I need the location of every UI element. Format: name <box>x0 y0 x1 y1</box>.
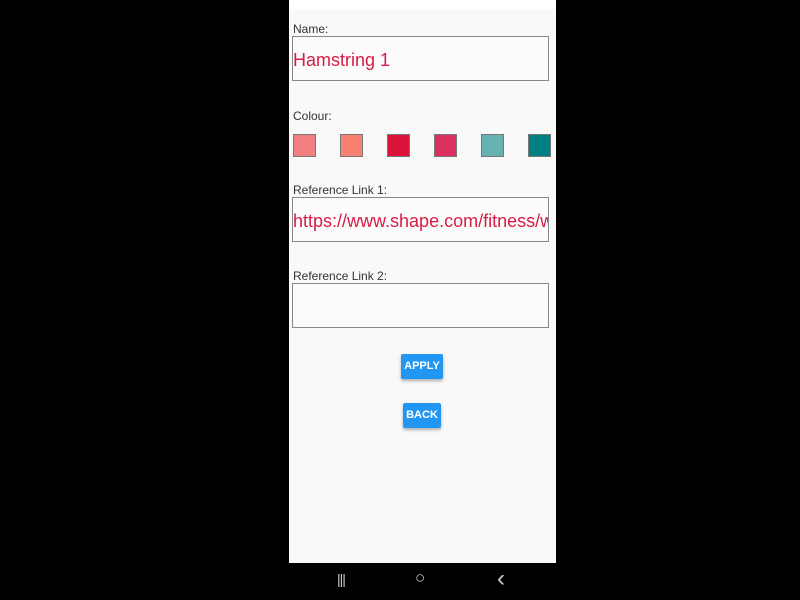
name-input[interactable]: Hamstring 1 <box>292 36 549 81</box>
colour-swatch-4[interactable] <box>434 134 457 157</box>
status-strip <box>289 0 556 9</box>
colour-swatch-5[interactable] <box>481 134 504 157</box>
navigation-bar: ||| ○ ‹ <box>289 563 556 600</box>
apply-button[interactable]: APPLY <box>401 354 443 379</box>
colour-swatch-1[interactable] <box>293 134 316 157</box>
colour-label: Colour: <box>293 109 332 123</box>
ref1-label: Reference Link 1: <box>293 183 388 197</box>
recents-icon[interactable]: ||| <box>337 571 346 587</box>
ref2-label: Reference Link 2: <box>293 269 388 283</box>
back-icon[interactable]: ‹ <box>497 565 505 593</box>
ref1-value: https://www.shape.com/fitness/workouts <box>293 211 548 231</box>
back-button[interactable]: BACK <box>403 403 441 428</box>
ref2-input[interactable] <box>292 283 549 328</box>
name-value: Hamstring 1 <box>293 50 391 70</box>
colour-swatch-2[interactable] <box>340 134 363 157</box>
name-label: Name: <box>293 22 329 36</box>
home-icon[interactable]: ○ <box>415 568 425 588</box>
colour-swatch-6[interactable] <box>528 134 551 157</box>
app-screen: Name: Hamstring 1 Colour: Reference Link… <box>289 0 556 563</box>
ref1-input[interactable]: https://www.shape.com/fitness/workouts <box>292 197 549 242</box>
colour-swatch-3[interactable] <box>387 134 410 157</box>
